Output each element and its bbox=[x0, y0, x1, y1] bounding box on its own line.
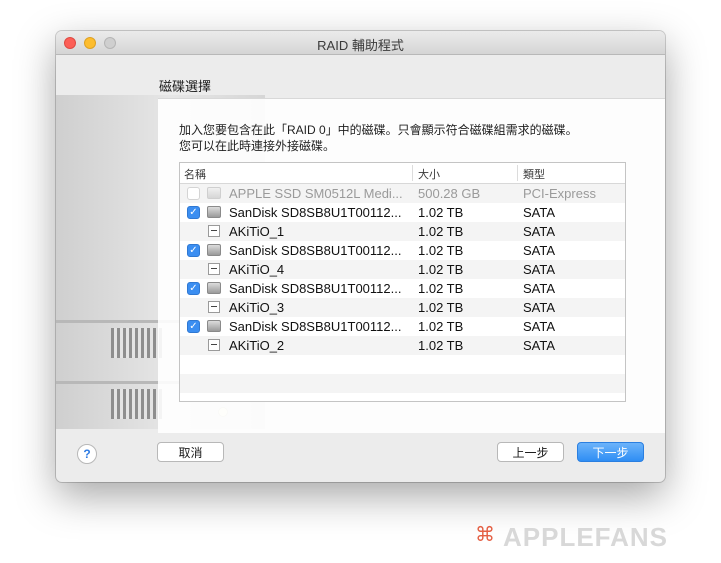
cell-size: 1.02 TB bbox=[418, 262, 464, 277]
volume-icon bbox=[208, 301, 220, 313]
disk-checkbox[interactable]: ✓ bbox=[187, 320, 200, 333]
disk-checkbox bbox=[187, 187, 200, 200]
cell-name: SanDisk SD8SB8U1T00112... bbox=[229, 319, 402, 334]
cell-type: SATA bbox=[523, 338, 556, 353]
hard-disk-icon bbox=[207, 244, 221, 256]
drive-vents bbox=[111, 389, 165, 419]
cell-name: SanDisk SD8SB8U1T00112... bbox=[229, 205, 402, 220]
column-divider bbox=[412, 165, 413, 181]
table-row[interactable]: ✓ SanDisk SD8SB8U1T00112... 1.02 TB SATA bbox=[180, 279, 625, 298]
table-row[interactable]: AKiTiO_2 1.02 TB SATA bbox=[180, 336, 625, 355]
table-row[interactable]: ✓ SanDisk SD8SB8U1T00112... 1.02 TB SATA bbox=[180, 241, 625, 260]
disk-table: 名稱 大小 類型 APPLE SSD SM0512L Medi... 500.28… bbox=[179, 162, 626, 402]
volume-icon bbox=[208, 225, 220, 237]
back-button[interactable]: 上一步 bbox=[497, 442, 564, 462]
window-title: RAID 輔助程式 bbox=[317, 38, 404, 53]
table-header: 名稱 大小 類型 bbox=[180, 163, 625, 184]
cell-size: 1.02 TB bbox=[418, 205, 464, 220]
description-line-1: 加入您要包含在此「RAID 0」中的磁碟。只會顯示符合磁碟組需求的磁碟。 bbox=[179, 123, 578, 137]
next-button[interactable]: 下一步 bbox=[577, 442, 644, 462]
header-type[interactable]: 類型 bbox=[523, 166, 545, 182]
volume-icon bbox=[208, 263, 220, 275]
cell-name: AKiTiO_2 bbox=[229, 338, 285, 353]
volume-icon bbox=[208, 339, 220, 351]
table-row[interactable]: AKiTiO_4 1.02 TB SATA bbox=[180, 260, 625, 279]
cell-size: 1.02 TB bbox=[418, 300, 464, 315]
header-size[interactable]: 大小 bbox=[418, 166, 440, 182]
disk-checkbox[interactable]: ✓ bbox=[187, 244, 200, 257]
cell-size: 1.02 TB bbox=[418, 319, 464, 334]
cell-size: 1.02 TB bbox=[418, 243, 464, 258]
drive-vents bbox=[111, 328, 165, 358]
title-bar: RAID 輔助程式 bbox=[56, 31, 665, 55]
watermark-icon: ⌘ bbox=[475, 524, 495, 546]
table-row[interactable]: AKiTiO_1 1.02 TB SATA bbox=[180, 222, 625, 241]
empty-row bbox=[180, 355, 625, 374]
cell-size: 1.02 TB bbox=[418, 338, 464, 353]
cell-name: AKiTiO_1 bbox=[229, 224, 285, 239]
cell-type: SATA bbox=[523, 205, 556, 220]
empty-row bbox=[180, 393, 625, 401]
cell-name: SanDisk SD8SB8U1T00112... bbox=[229, 281, 402, 296]
cell-name: SanDisk SD8SB8U1T00112... bbox=[229, 243, 402, 258]
column-divider bbox=[517, 165, 518, 181]
hard-disk-icon bbox=[207, 320, 221, 332]
cell-type: SATA bbox=[523, 300, 556, 315]
cell-size: 1.02 TB bbox=[418, 281, 464, 296]
cell-size: 1.02 TB bbox=[418, 224, 464, 239]
cell-name: AKiTiO_4 bbox=[229, 262, 285, 277]
description: 加入您要包含在此「RAID 0」中的磁碟。只會顯示符合磁碟組需求的磁碟。 您可以… bbox=[179, 122, 649, 154]
cell-type: SATA bbox=[523, 262, 556, 277]
help-button[interactable]: ? bbox=[77, 444, 97, 464]
watermark-text: APPLEFANS bbox=[503, 522, 669, 552]
description-line-2: 您可以在此時連接外接磁碟。 bbox=[179, 139, 336, 153]
cell-type: SATA bbox=[523, 243, 556, 258]
cell-size: 500.28 GB bbox=[418, 186, 481, 201]
cell-type: SATA bbox=[523, 281, 556, 296]
cancel-button[interactable]: 取消 bbox=[157, 442, 224, 462]
disk-checkbox[interactable]: ✓ bbox=[187, 282, 200, 295]
hard-disk-icon bbox=[207, 282, 221, 294]
cell-name: AKiTiO_3 bbox=[229, 300, 285, 315]
cell-type: SATA bbox=[523, 319, 556, 334]
table-row[interactable]: APPLE SSD SM0512L Medi... 500.28 GB PCI-Ex… bbox=[180, 184, 625, 203]
cell-type: SATA bbox=[523, 224, 556, 239]
raid-assistant-window: RAID 輔助程式 磁碟選擇 加入您要包含在此「RAID 0」中的磁碟。只會顯示… bbox=[56, 31, 665, 482]
hard-disk-icon bbox=[207, 206, 221, 218]
empty-row bbox=[180, 374, 625, 393]
section-title: 磁碟選擇 bbox=[159, 79, 212, 94]
table-row[interactable]: ✓ SanDisk SD8SB8U1T00112... 1.02 TB SATA bbox=[180, 317, 625, 336]
table-row[interactable]: AKiTiO_3 1.02 TB SATA bbox=[180, 298, 625, 317]
cell-type: PCI-Express bbox=[523, 186, 596, 201]
header-name[interactable]: 名稱 bbox=[184, 166, 206, 182]
hard-disk-icon bbox=[207, 187, 221, 199]
disk-checkbox[interactable]: ✓ bbox=[187, 206, 200, 219]
table-row[interactable]: ✓ SanDisk SD8SB8U1T00112... 1.02 TB SATA bbox=[180, 203, 625, 222]
cell-name: APPLE SSD SM0512L Medi... bbox=[229, 186, 403, 201]
